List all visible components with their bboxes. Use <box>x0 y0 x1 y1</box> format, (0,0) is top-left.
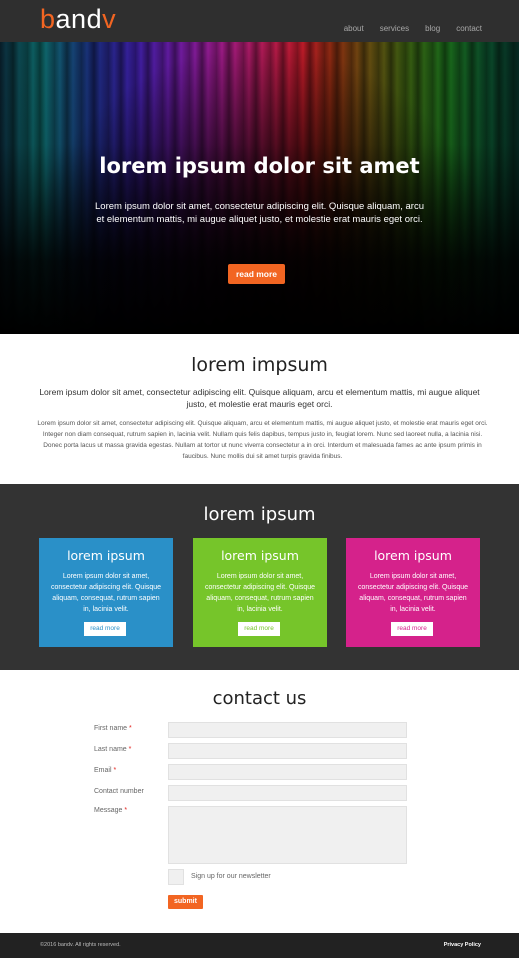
privacy-policy-link[interactable]: Privacy Policy <box>444 942 481 948</box>
nav-blog[interactable]: blog <box>425 24 440 33</box>
logo[interactable]: bandv <box>40 4 116 35</box>
service-card-pink: lorem ipsum Lorem ipsum dolor sit amet, … <box>346 538 480 647</box>
service-card-read-more-button[interactable]: read more <box>84 622 126 636</box>
intro-lead: Lorem ipsum dolor sit amet, consectetur … <box>39 387 480 409</box>
intro-title: lorem impsum <box>191 354 328 376</box>
logo-b: b <box>40 4 56 34</box>
required-mark: * <box>124 807 128 814</box>
required-mark: * <box>113 767 117 774</box>
service-card-green: lorem ipsum Lorem ipsum dolor sit amet, … <box>193 538 327 647</box>
contact-number-field[interactable] <box>168 785 407 801</box>
hero-text: Lorem ipsum dolor sit amet, consectetur … <box>95 201 424 225</box>
message-label: Message * <box>94 807 127 814</box>
service-card-blue: lorem ipsum Lorem ipsum dolor sit amet, … <box>39 538 173 647</box>
intro-body: Lorem ipsum dolor sit amet, consectetur … <box>37 420 488 460</box>
message-textarea[interactable] <box>168 806 407 864</box>
hero-read-more-button[interactable]: read more <box>228 264 285 284</box>
contact-number-label-text: Contact number <box>94 788 144 795</box>
service-card-text: Lorem ipsum dolor sit amet, consectetur … <box>50 573 162 613</box>
logo-and: and <box>55 4 103 34</box>
logo-v: v <box>102 4 117 34</box>
newsletter-label: Sign up for our newsletter <box>191 873 271 880</box>
submit-button[interactable]: submit <box>168 895 203 909</box>
copyright-text: ©2016 bandv. All rights reserved. <box>40 942 121 948</box>
required-mark: * <box>128 746 132 753</box>
service-card-title: lorem ipsum <box>374 548 452 563</box>
services-section: lorem ipsum lorem ipsum Lorem ipsum dolo… <box>0 484 519 670</box>
message-label-text: Message <box>94 807 123 814</box>
last-name-field[interactable] <box>168 743 407 759</box>
first-name-field[interactable] <box>168 722 407 738</box>
site-header: bandv about services blog contact <box>0 0 519 42</box>
service-card-text: Lorem ipsum dolor sit amet, consectetur … <box>357 573 469 613</box>
email-label: Email * <box>94 767 116 774</box>
service-card-text: Lorem ipsum dolor sit amet, consectetur … <box>204 573 316 613</box>
service-card-read-more-button[interactable]: read more <box>391 622 433 636</box>
main-nav: about services blog contact <box>344 24 482 33</box>
nav-contact[interactable]: contact <box>456 24 482 33</box>
contact-number-label: Contact number <box>94 788 144 795</box>
contact-title: contact us <box>212 688 307 709</box>
nav-services[interactable]: services <box>380 24 409 33</box>
site-footer: ©2016 bandv. All rights reserved. Privac… <box>0 933 519 958</box>
first-name-label-text: First name <box>94 725 128 732</box>
last-name-label: Last name * <box>94 746 131 753</box>
service-card-title: lorem ipsum <box>67 548 145 563</box>
hero-banner: lorem ipsum dolor sit amet Lorem ipsum d… <box>0 42 519 334</box>
email-field[interactable] <box>168 764 407 780</box>
required-mark: * <box>129 725 132 732</box>
first-name-label: First name * <box>94 725 132 732</box>
newsletter-checkbox[interactable] <box>168 869 184 885</box>
nav-about[interactable]: about <box>344 24 364 33</box>
email-label-text: Email <box>94 767 112 774</box>
hero-title: lorem ipsum dolor sit amet <box>99 154 420 178</box>
services-title: lorem ipsum <box>203 504 316 525</box>
service-card-read-more-button[interactable]: read more <box>238 622 280 636</box>
last-name-label-text: Last name <box>94 746 127 753</box>
service-card-title: lorem ipsum <box>221 548 299 563</box>
